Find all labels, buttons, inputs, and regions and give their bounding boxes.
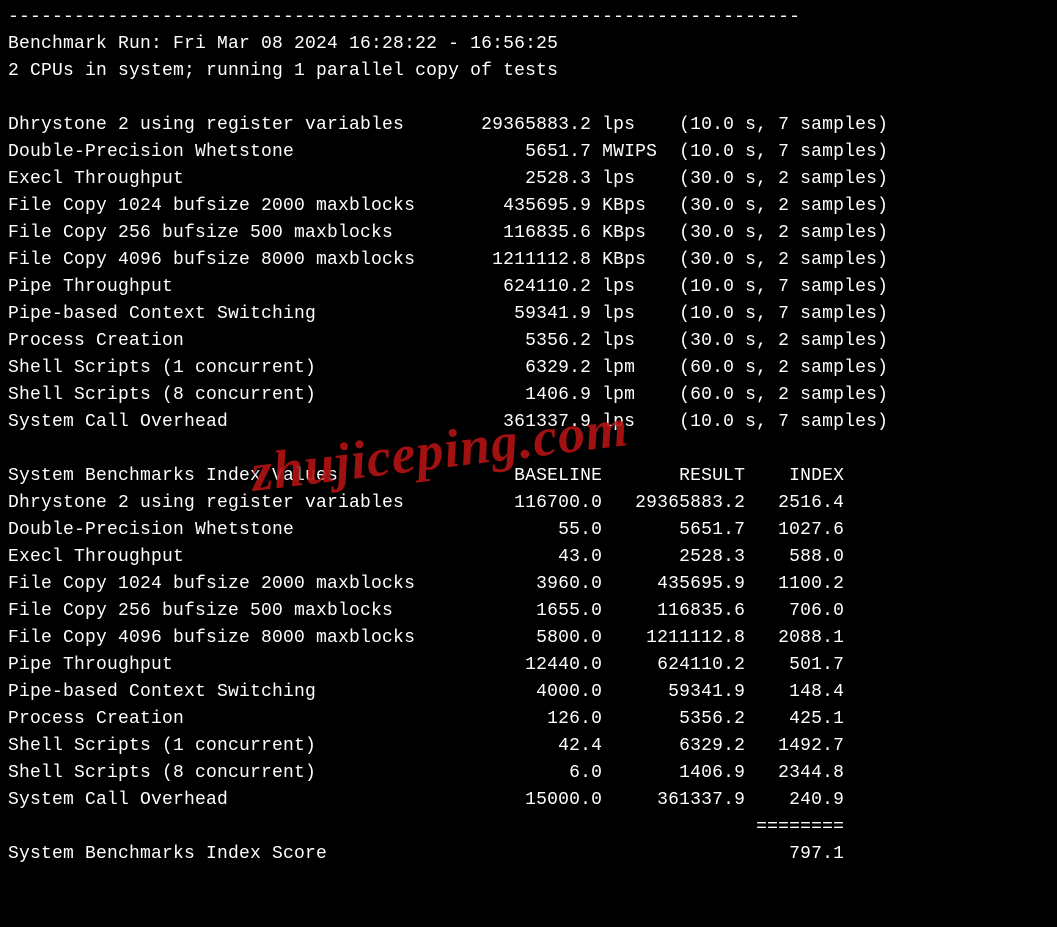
terminal-output: ----------------------------------------… [0,0,1057,872]
